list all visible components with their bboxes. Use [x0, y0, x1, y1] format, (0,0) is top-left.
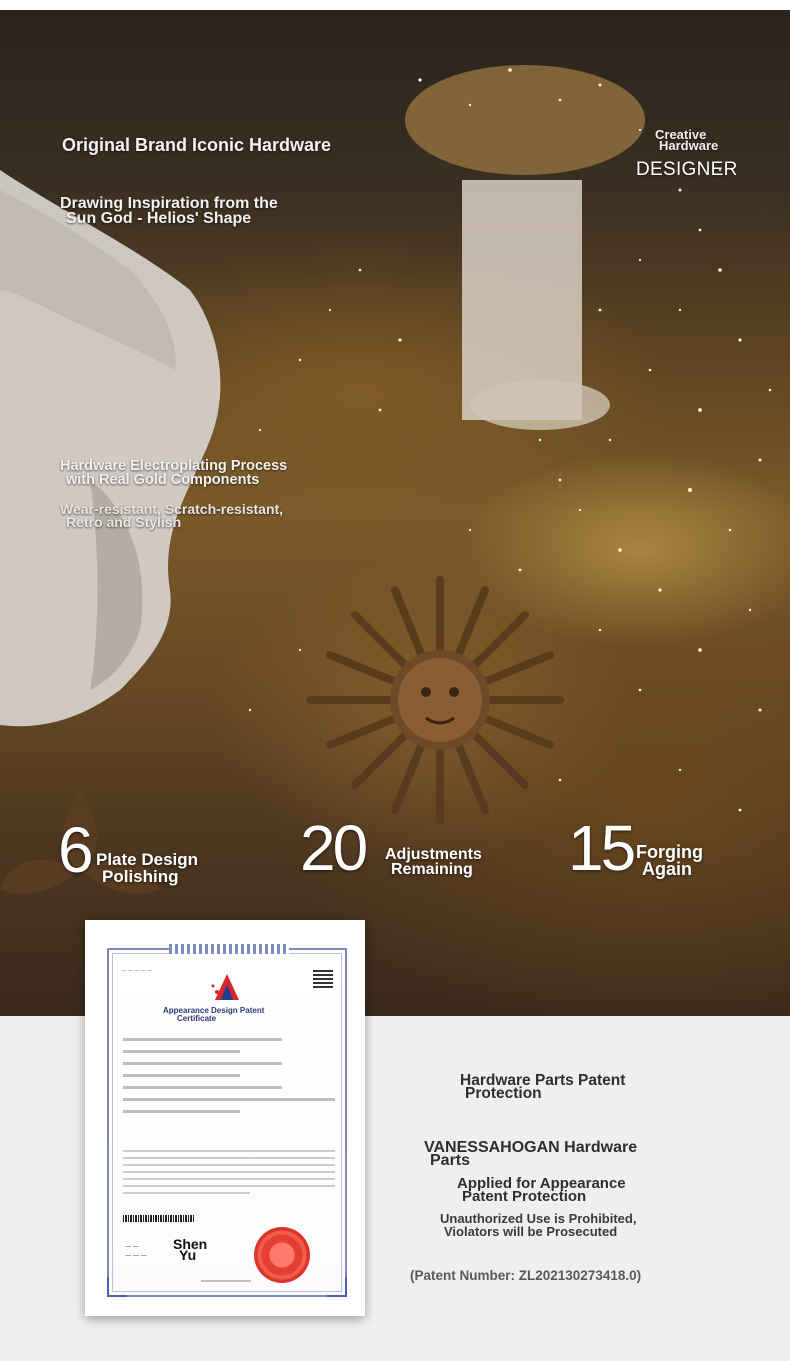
process-line-1: Hardware Electroplating Process: [60, 458, 288, 474]
stat-label: Plate Design Polishing: [96, 851, 198, 885]
certificate-paragraph: [123, 1150, 335, 1199]
stat-label-line-1: Adjustments: [385, 846, 482, 863]
stat-number: 20: [300, 812, 368, 884]
inspiration-line-1: Drawing Inspiration from the: [60, 195, 278, 212]
stat-label-line-2: Again: [642, 859, 693, 879]
certificate-frame: — — — — — Appearance Design Patent Certi…: [107, 944, 347, 1297]
certificate-serial: — — — — —: [121, 968, 153, 974]
patent-certificate-image: — — — — — Appearance Design Patent Certi…: [85, 920, 365, 1316]
stat-label-line-1: Plate Design: [96, 850, 199, 869]
certificate-border-ornament: [169, 944, 289, 954]
patent-office-logo-icon: [211, 974, 239, 1000]
certificate-page-marker: [201, 1280, 251, 1282]
certificate-title-line-2: Certificate: [177, 1014, 217, 1023]
stat-number: 15: [568, 812, 636, 884]
inspiration-text: Drawing Inspiration from the Sun God - H…: [60, 195, 278, 227]
stat-label-line-2: Remaining: [391, 861, 473, 878]
inspiration-line-2: Sun God - Helios' Shape: [66, 210, 252, 227]
patent-section-title: Hardware Parts Patent Protection: [460, 1073, 625, 1102]
patent-number: (Patent Number: ZL202130273418.0): [410, 1268, 642, 1283]
sun-emblem: [306, 576, 564, 824]
features-line-2: Retro and Stylish: [66, 514, 182, 530]
applied-protection-text: Applied for Appearance Patent Protection: [457, 1176, 626, 1204]
stat-label: Forging Again: [636, 843, 703, 879]
hero-banner: Original Brand Iconic Hardware Drawing I…: [0, 10, 790, 1016]
process-text: Hardware Electroplating Process with Rea…: [60, 458, 288, 488]
stat-number: 6: [58, 814, 94, 886]
certificate-fields: [123, 1038, 335, 1122]
creative-hardware-label: Creative Hardware: [655, 128, 719, 153]
headline: Original Brand Iconic Hardware: [62, 135, 332, 155]
features-text: Wear-resistant, Scratch-resistant, Retro…: [60, 502, 283, 530]
product-detail-page: Original Brand Iconic Hardware Drawing I…: [0, 0, 790, 1361]
process-line-2: with Real Gold Components: [66, 472, 260, 488]
top-strip: [0, 0, 790, 10]
certificate-signature: Shen Yu: [173, 1237, 207, 1262]
creative-line-2: Hardware: [659, 138, 719, 153]
official-seal-icon: [254, 1227, 310, 1283]
barcode-icon: [123, 1215, 195, 1222]
stat-label: Adjustments Remaining: [385, 846, 482, 878]
stat-label-line-2: Polishing: [102, 867, 179, 886]
warning-line-2: Violators will be Prosecuted: [444, 1224, 618, 1239]
qr-code-icon: [313, 968, 333, 988]
signature-label: — — — — —: [125, 1243, 147, 1259]
certificate-title: Appearance Design Patent Certificate: [163, 1007, 264, 1023]
designer-label: DESIGNER: [636, 159, 738, 180]
unauthorized-warning: Unauthorized Use is Prohibited, Violator…: [440, 1212, 636, 1238]
column-base: [470, 380, 610, 430]
brand-parts-text: VANESSAHOGAN Hardware Parts: [424, 1140, 637, 1169]
column-capital: [405, 65, 645, 175]
